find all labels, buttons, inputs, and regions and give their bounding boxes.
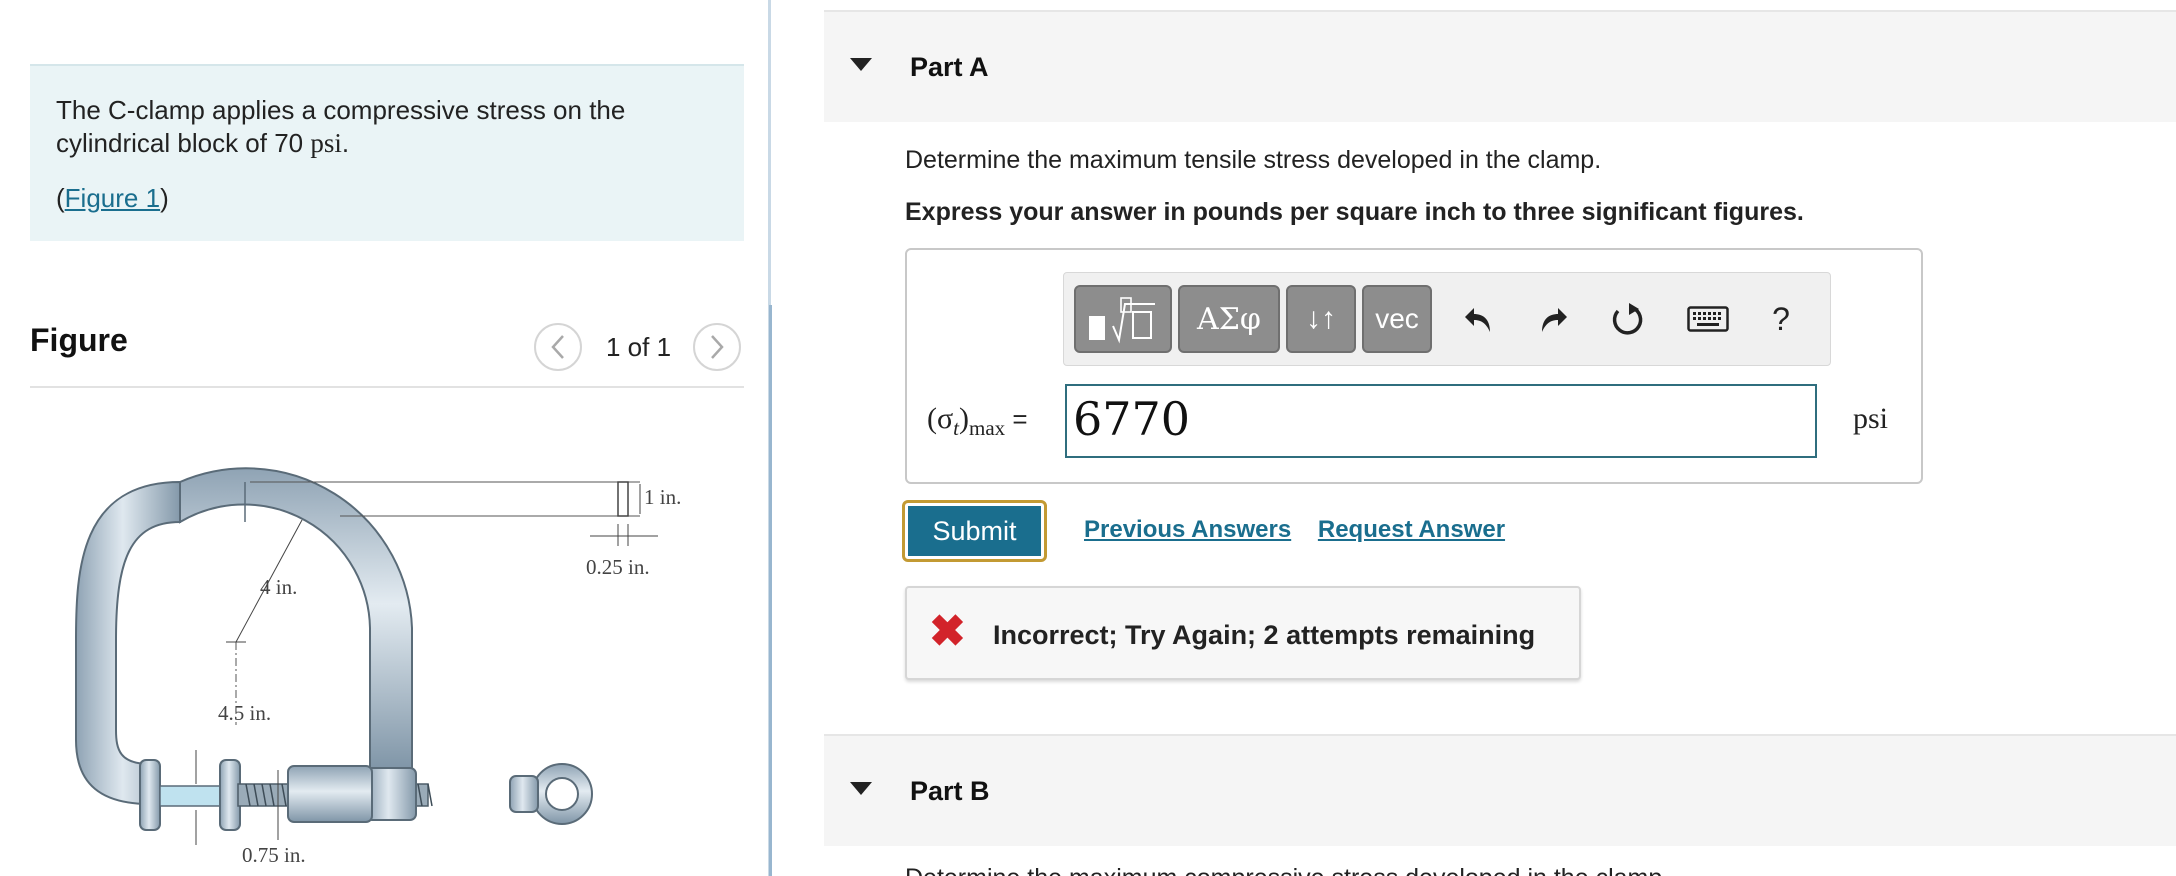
figure-title: Figure xyxy=(30,322,128,358)
equals-sign: = xyxy=(1005,404,1028,434)
feedback-message: Incorrect; Try Again; 2 attempts remaini… xyxy=(993,620,1536,650)
part-a-question: Determine the maximum tensile stress dev… xyxy=(905,146,1602,174)
templates-icon xyxy=(1089,297,1155,344)
greek-symbols-button[interactable]: ΑΣφ xyxy=(1178,285,1280,353)
problem-statement: The C-clamp applies a compressive stress… xyxy=(30,64,744,241)
caret-down-icon xyxy=(850,782,872,795)
chevron-left-icon xyxy=(551,335,564,359)
submit-button[interactable]: Submit xyxy=(902,500,1047,562)
caret-down-icon xyxy=(850,58,872,71)
subscript-superscript-button[interactable]: ↓↑ xyxy=(1286,285,1356,353)
answer-links: Previous Answers Request Answer xyxy=(1084,516,1525,544)
part-b-title: Part B xyxy=(910,776,990,806)
subscript-max: max xyxy=(969,416,1006,440)
figure-pager: 1 of 1 xyxy=(534,322,742,372)
answer-unit: psi xyxy=(1853,402,1889,435)
answer-input[interactable]: 6770 xyxy=(1065,384,1817,458)
answer-variable-label: (σt)max = xyxy=(927,402,1028,441)
vector-button[interactable]: vec xyxy=(1362,285,1432,353)
sigma-symbol: (σ xyxy=(927,402,954,435)
next-figure-button[interactable] xyxy=(693,323,742,371)
problem-period: . xyxy=(341,128,350,158)
previous-answers-link[interactable]: Previous Answers xyxy=(1084,516,1291,543)
figure-link-line: (Figure 1) xyxy=(56,182,718,215)
request-answer-link[interactable]: Request Answer xyxy=(1318,516,1505,543)
undo-button[interactable] xyxy=(1452,285,1506,353)
part-b-question: Determine the maximum compressive stress… xyxy=(905,864,1669,876)
reset-icon xyxy=(1612,303,1643,335)
chevron-right-icon xyxy=(711,335,724,359)
x-icon: ✖ xyxy=(929,607,966,656)
keyboard-button[interactable] xyxy=(1676,285,1740,353)
c-clamp-figure: 1 in. 0.25 in. 4 in. 4.5 in. 0.75 in. xyxy=(75,467,681,867)
part-b-header[interactable]: Part B xyxy=(824,734,2176,846)
redo-icon xyxy=(1542,308,1567,332)
label-radius: 4 in. xyxy=(260,575,297,599)
redo-button[interactable] xyxy=(1526,285,1580,353)
paren-close: ) xyxy=(160,183,169,213)
math-toolbar: ΑΣφ ↓↑ vec ? xyxy=(1063,272,1831,366)
label-diameter: 0.75 in. xyxy=(242,843,306,867)
problem-unit: psi xyxy=(310,128,342,158)
problem-text-line2: cylindrical block of 70 xyxy=(56,128,311,158)
left-panel: The C-clamp applies a compressive stress… xyxy=(0,0,770,876)
problem-text: The C-clamp applies a compressive stress… xyxy=(56,94,718,160)
label-thickness: 1 in. xyxy=(644,485,681,509)
figure-link[interactable]: Figure 1 xyxy=(65,183,160,213)
previous-figure-button[interactable] xyxy=(534,323,582,371)
reset-button[interactable] xyxy=(1600,285,1654,353)
label-height: 4.5 in. xyxy=(218,701,271,725)
paren-open: ( xyxy=(56,183,65,213)
pager-text: 1 of 1 xyxy=(606,331,672,362)
part-a-instruction: Express your answer in pounds per square… xyxy=(905,198,1804,226)
label-width: 0.25 in. xyxy=(586,555,650,579)
panel-scrollbar[interactable] xyxy=(769,305,772,876)
paren-close-symbol: ) xyxy=(959,402,970,435)
answer-box: ΑΣφ ↓↑ vec ? (σt)max = 6770 psi xyxy=(905,248,1923,484)
part-a-header[interactable]: Part A xyxy=(824,10,2176,122)
part-a-title: Part A xyxy=(910,52,989,82)
figure-divider xyxy=(30,386,744,388)
help-button[interactable]: ? xyxy=(1754,285,1808,353)
templates-button[interactable] xyxy=(1074,285,1172,353)
feedback-box: ✖ Incorrect; Try Again; 2 attempts remai… xyxy=(905,586,1581,680)
problem-text-line1: The C-clamp applies a compressive stress… xyxy=(56,95,626,125)
undo-icon xyxy=(1465,308,1490,332)
keyboard-icon xyxy=(1687,306,1729,332)
